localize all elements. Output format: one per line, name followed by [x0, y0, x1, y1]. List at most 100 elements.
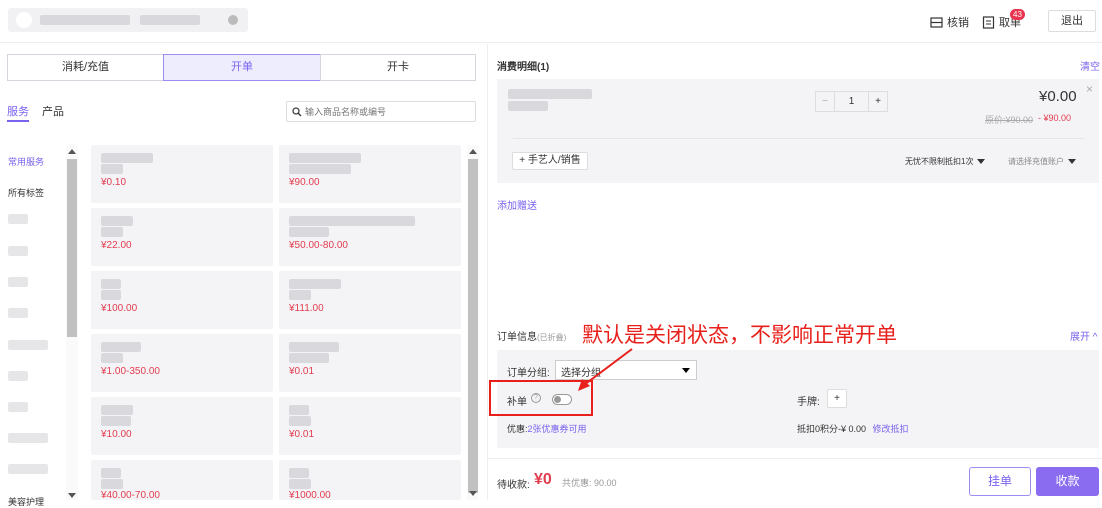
- category-item[interactable]: [8, 246, 28, 256]
- product-name: [101, 164, 123, 174]
- annotation-highlight-box: [489, 380, 593, 416]
- quantity-value[interactable]: 1: [835, 92, 868, 111]
- filter-tab-service[interactable]: 服务: [7, 103, 29, 119]
- account-placeholder: 请选择充值账户: [1008, 157, 1064, 166]
- product-card[interactable]: ¥1000.00: [279, 460, 461, 501]
- product-name: [101, 468, 121, 478]
- product-name: [289, 153, 361, 163]
- chevron-down-icon: [682, 368, 690, 373]
- store-name: [40, 15, 130, 25]
- gesture-label: 手牌:: [797, 397, 820, 408]
- due-amount: ¥0: [534, 471, 552, 488]
- product-card[interactable]: ¥100.00: [91, 271, 273, 329]
- remove-item-icon[interactable]: ×: [1086, 82, 1093, 96]
- scroll-up-icon[interactable]: [68, 149, 76, 154]
- search-icon: [292, 106, 302, 117]
- discount-amount: - ¥90.00: [1038, 113, 1072, 123]
- product-scrollbar[interactable]: [467, 145, 479, 500]
- category-item[interactable]: [8, 277, 28, 287]
- verify-link[interactable]: 核销: [930, 14, 969, 30]
- product-name: [289, 479, 311, 489]
- add-gesture-button[interactable]: +: [827, 389, 847, 408]
- category-item[interactable]: [8, 308, 28, 318]
- product-card[interactable]: ¥0.01: [279, 334, 461, 392]
- clear-icon[interactable]: [228, 15, 238, 25]
- hold-order-button[interactable]: 挂单: [969, 467, 1031, 496]
- expand-toggle[interactable]: 展开 ^: [1070, 328, 1097, 343]
- product-card[interactable]: ¥22.00: [91, 208, 273, 266]
- product-card[interactable]: ¥0.10: [91, 145, 273, 203]
- original-price: 原价:¥90.00: [985, 115, 1034, 125]
- product-card[interactable]: ¥0.01: [279, 397, 461, 455]
- product-card[interactable]: ¥1.00-350.00: [91, 334, 273, 392]
- verify-label: 核销: [947, 17, 969, 29]
- store-selector[interactable]: [8, 8, 248, 32]
- category-item[interactable]: [8, 371, 28, 381]
- take-order-link[interactable]: 取单 43: [982, 9, 1025, 30]
- product-name: [289, 279, 341, 289]
- product-name: [101, 416, 131, 426]
- tab-open-card[interactable]: 开卡: [320, 54, 476, 81]
- product-name: [101, 353, 123, 363]
- active-tab-indicator: [7, 120, 29, 122]
- search-box[interactable]: [286, 101, 476, 122]
- product-card[interactable]: ¥50.00-80.00: [279, 208, 461, 266]
- increment-button[interactable]: +: [868, 92, 887, 111]
- product-price: ¥1.00-350.00: [101, 366, 160, 377]
- order-info-label: 订单信息: [497, 332, 537, 343]
- category-item[interactable]: [8, 464, 48, 474]
- product-price: ¥10.00: [101, 429, 132, 440]
- search-input[interactable]: [305, 106, 465, 117]
- deduct-option-select[interactable]: 无忧不限制抵扣1次: [905, 156, 986, 167]
- product-card[interactable]: ¥111.00: [279, 271, 461, 329]
- product-card[interactable]: ¥40.00-70.00: [91, 460, 273, 501]
- category-beauty[interactable]: 美容护理: [8, 495, 44, 508]
- scroll-down-icon[interactable]: [68, 493, 76, 498]
- tab-open-order[interactable]: 开单: [163, 54, 321, 81]
- due-label: 待收款:: [497, 480, 530, 491]
- scroll-down-icon[interactable]: [469, 491, 477, 496]
- product-card[interactable]: ¥10.00: [91, 397, 273, 455]
- clear-link[interactable]: 清空: [1080, 58, 1100, 73]
- product-card[interactable]: ¥90.00: [279, 145, 461, 203]
- logout-button[interactable]: 退出: [1048, 10, 1096, 32]
- product-price: ¥0.01: [289, 429, 315, 440]
- category-item[interactable]: [8, 433, 48, 443]
- scrollbar-thumb[interactable]: [468, 159, 478, 493]
- divider: [513, 138, 1085, 139]
- tab-consume-recharge[interactable]: 消耗/充值: [7, 54, 164, 81]
- modify-deduct-link[interactable]: 修改抵扣: [873, 424, 909, 434]
- product-price: ¥40.00-70.00: [101, 490, 160, 501]
- document-icon: [982, 15, 995, 29]
- category-item[interactable]: [8, 214, 28, 224]
- add-gift-link[interactable]: 添加赠送: [497, 197, 537, 212]
- filter-tab-product[interactable]: 产品: [42, 103, 64, 119]
- category-scrollbar[interactable]: [66, 145, 78, 500]
- category-frequent[interactable]: 常用服务: [8, 155, 44, 168]
- scroll-up-icon[interactable]: [469, 149, 477, 154]
- product-price: ¥90.00: [289, 177, 320, 188]
- chevron-down-icon: [977, 159, 986, 165]
- product-name: [101, 153, 153, 163]
- product-price: ¥0.10: [101, 177, 127, 188]
- product-name: [289, 227, 329, 237]
- order-count-badge: 43: [1010, 9, 1025, 20]
- coupon-link[interactable]: 2张优惠券可用: [528, 424, 587, 434]
- category-item[interactable]: [8, 340, 48, 350]
- account-select[interactable]: 请选择充值账户: [1008, 156, 1076, 167]
- item-name: [508, 89, 592, 99]
- order-info-title: 订单信息(已折叠): [497, 328, 566, 343]
- category-all-tags[interactable]: 所有标签: [8, 186, 44, 199]
- category-item[interactable]: [8, 402, 28, 412]
- product-name: [289, 342, 339, 352]
- product-price: ¥50.00-80.00: [289, 240, 348, 251]
- checkout-button[interactable]: 收款: [1036, 467, 1099, 496]
- product-price: ¥100.00: [101, 303, 138, 314]
- store-branch: [140, 15, 200, 25]
- quantity-stepper[interactable]: − 1 +: [815, 91, 888, 112]
- scrollbar-thumb[interactable]: [67, 159, 77, 337]
- decrement-button[interactable]: −: [816, 92, 835, 111]
- expand-label: 展开: [1070, 332, 1090, 343]
- total-discount: 共优惠: 90.00: [562, 478, 617, 488]
- add-staff-button[interactable]: + 手艺人/销售: [512, 152, 588, 170]
